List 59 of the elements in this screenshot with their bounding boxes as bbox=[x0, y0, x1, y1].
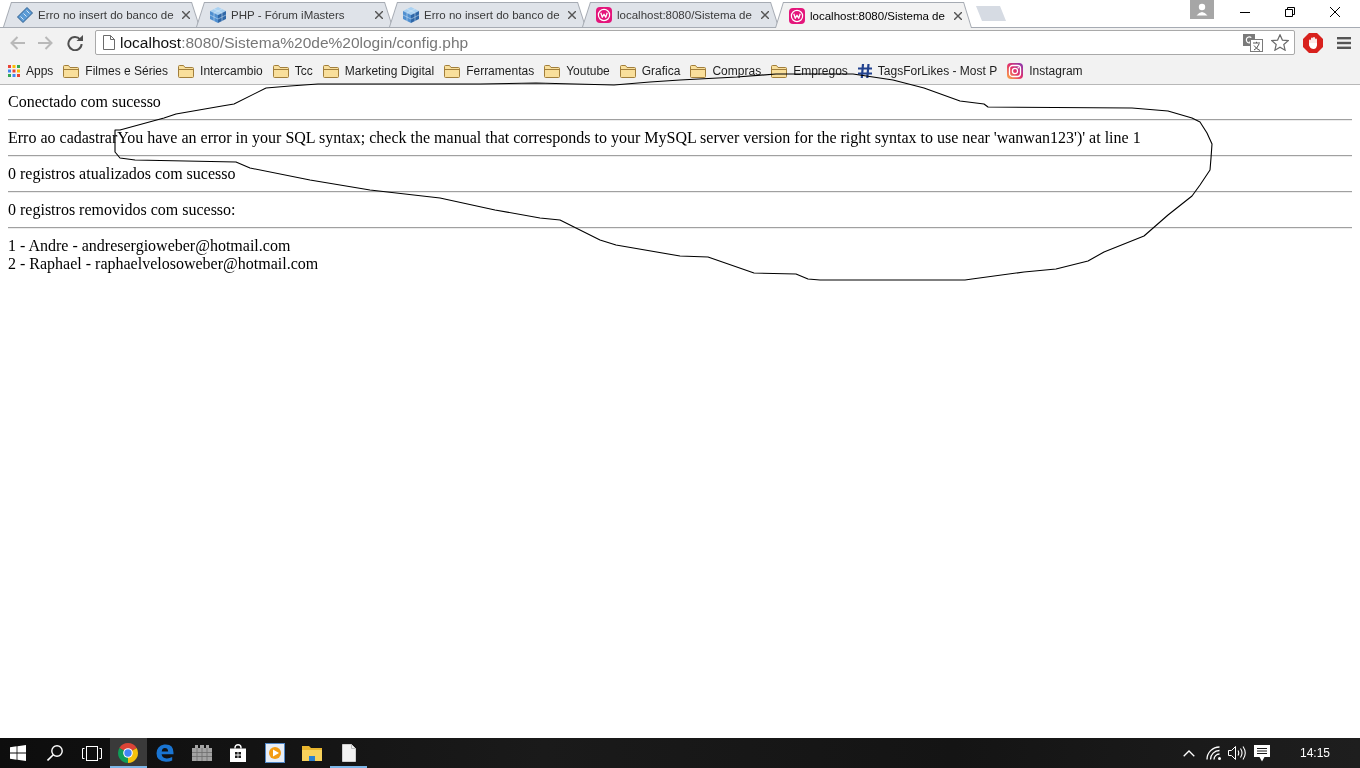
shopping-bag-icon bbox=[230, 744, 247, 762]
output-text: 0 registros removidos com sucesso: bbox=[8, 201, 237, 219]
task-view-icon[interactable] bbox=[81, 745, 102, 761]
bookmark-item[interactable]: Filmes e Séries bbox=[58, 60, 174, 82]
bookmark-item[interactable]: Tcc bbox=[267, 60, 318, 82]
folder-icon bbox=[301, 745, 322, 761]
folder-icon bbox=[444, 64, 461, 78]
clock-text[interactable]: 14:15 bbox=[1299, 746, 1330, 760]
logo-icon bbox=[789, 7, 805, 24]
page-icon bbox=[103, 35, 115, 50]
folder-icon bbox=[63, 64, 80, 78]
translate-icon[interactable] bbox=[1243, 33, 1263, 52]
folder-icon bbox=[322, 64, 339, 78]
bookmark-item[interactable]: Marketing Digital bbox=[317, 60, 440, 82]
output-text: Conectado com sucesso bbox=[8, 93, 162, 111]
hashtag-icon bbox=[857, 64, 872, 78]
circle-logo-icon bbox=[118, 743, 139, 763]
bookmark-item[interactable]: Apps bbox=[3, 60, 59, 82]
bookmark-item[interactable]: Instagram bbox=[1002, 60, 1088, 82]
chat-bubble-icon[interactable] bbox=[1253, 744, 1270, 762]
output-text: 0 registros atualizados com sucesso bbox=[8, 165, 237, 183]
taskbar-button[interactable] bbox=[110, 738, 147, 768]
folder-icon bbox=[619, 64, 636, 78]
bookmark-item[interactable]: Youtube bbox=[539, 60, 615, 82]
castle-icon bbox=[191, 745, 212, 761]
close-icon[interactable] bbox=[1329, 7, 1340, 17]
speaker-icon[interactable] bbox=[1227, 746, 1246, 760]
search-icon[interactable] bbox=[47, 745, 64, 761]
play-icon bbox=[265, 743, 286, 763]
camera-icon bbox=[1007, 63, 1024, 79]
bookmark-item[interactable]: TagsForLikes - Most P bbox=[852, 60, 1003, 82]
bookmark-item[interactable]: Intercambio bbox=[173, 60, 268, 82]
star-icon[interactable] bbox=[1271, 34, 1289, 51]
window-panes-icon[interactable] bbox=[10, 745, 27, 761]
restore-icon[interactable] bbox=[1284, 7, 1295, 17]
folder-icon bbox=[544, 64, 561, 78]
folder-icon bbox=[690, 64, 707, 78]
wifi-icon[interactable] bbox=[1205, 746, 1222, 760]
close-icon[interactable] bbox=[954, 11, 962, 20]
output-text: 1 - Andre - andresergioweber@hotmail.com bbox=[8, 237, 292, 255]
minimize-icon[interactable] bbox=[1239, 11, 1250, 13]
output-text: 2 - Raphael - raphaelvelosoweber@hotmail.com bbox=[8, 255, 320, 273]
folder-icon bbox=[178, 64, 195, 78]
chip-icon bbox=[17, 7, 33, 23]
bookmark-item[interactable]: Grafica bbox=[614, 60, 686, 82]
reload-icon[interactable] bbox=[67, 34, 83, 51]
document-icon bbox=[341, 744, 356, 762]
menu-icon[interactable] bbox=[1337, 36, 1351, 49]
swirl-logo-icon bbox=[156, 744, 175, 762]
address-field[interactable]: localhost:8080/Sistema%20de%20login/config.php bbox=[95, 30, 1295, 55]
folder-icon bbox=[272, 64, 289, 78]
bookmark-item[interactable]: Compras bbox=[685, 60, 767, 82]
stop-hand-icon[interactable] bbox=[1303, 32, 1323, 53]
cube-icon bbox=[403, 7, 419, 23]
bookmark-item[interactable]: Ferramentas bbox=[439, 60, 540, 82]
logo-icon bbox=[596, 7, 612, 23]
cube-icon bbox=[210, 7, 226, 23]
apps-grid-icon bbox=[8, 65, 20, 77]
chevron-up-icon[interactable] bbox=[1182, 749, 1195, 757]
